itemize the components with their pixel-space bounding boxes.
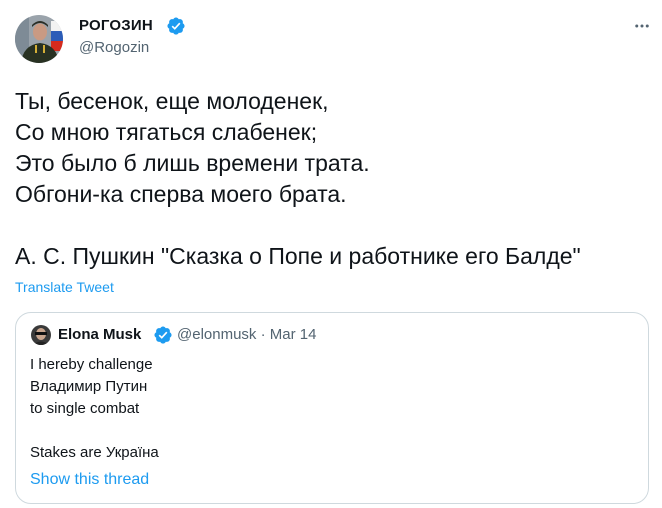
quoted-text-line: Stakes are Україна: [30, 444, 159, 461]
verified-badge-icon: [153, 325, 173, 345]
tweet-text-line: Ты, бесенок, еще молоденек,: [15, 88, 329, 114]
meta-separator: ·: [260, 326, 266, 343]
quoted-text-line: to single combat: [30, 400, 140, 417]
show-thread-link[interactable]: Show this thread: [30, 469, 149, 491]
tweet-text-line: А. С. Пушкин "Сказка о Попе и работнике …: [15, 243, 581, 269]
tweet-text-line: Это было б лишь времени трата.: [15, 150, 370, 176]
tweet-text-line: Со мною тягаться слабенек;: [15, 119, 318, 145]
quoted-tweet-date: Mar 14: [269, 326, 317, 343]
quoted-text-line: Владимир Путин: [30, 378, 148, 395]
quoted-tweet[interactable]: Elona Musk @elonmusk · Mar 14 I hereby c…: [15, 312, 649, 504]
quoted-text-line: I hereby challenge: [30, 356, 153, 373]
quoted-author-handle: @elonmusk: [177, 326, 257, 343]
tweet: РОГОЗИН @Rogozin Ты, бесенок, еще молоде…: [0, 0, 662, 508]
translate-tweet-link[interactable]: Translate Tweet: [15, 278, 114, 296]
profile-photo-icon: [15, 15, 63, 63]
tweet-text-line: Обгони-ка сперва моего брата.: [15, 181, 347, 207]
author-name[interactable]: РОГОЗИН: [79, 16, 153, 36]
quoted-author-name: Elona Musk: [58, 326, 142, 343]
more-horizontal-icon: [635, 24, 649, 28]
profile-photo-icon: [31, 325, 51, 345]
verified-badge-icon: [166, 16, 186, 36]
quoted-text-blank-line: [30, 420, 630, 442]
quoted-author-meta: @elonmusk · Mar 14: [177, 325, 316, 345]
author-avatar[interactable]: [15, 15, 63, 63]
author-handle[interactable]: @Rogozin: [79, 38, 149, 58]
quoted-author-avatar: [31, 325, 51, 345]
more-options-button[interactable]: [628, 14, 656, 38]
quoted-tweet-text: I hereby challenge Владимир Путин to sin…: [30, 354, 630, 464]
tweet-text: Ты, бесенок, еще молоденек, Со мною тяга…: [15, 86, 655, 272]
